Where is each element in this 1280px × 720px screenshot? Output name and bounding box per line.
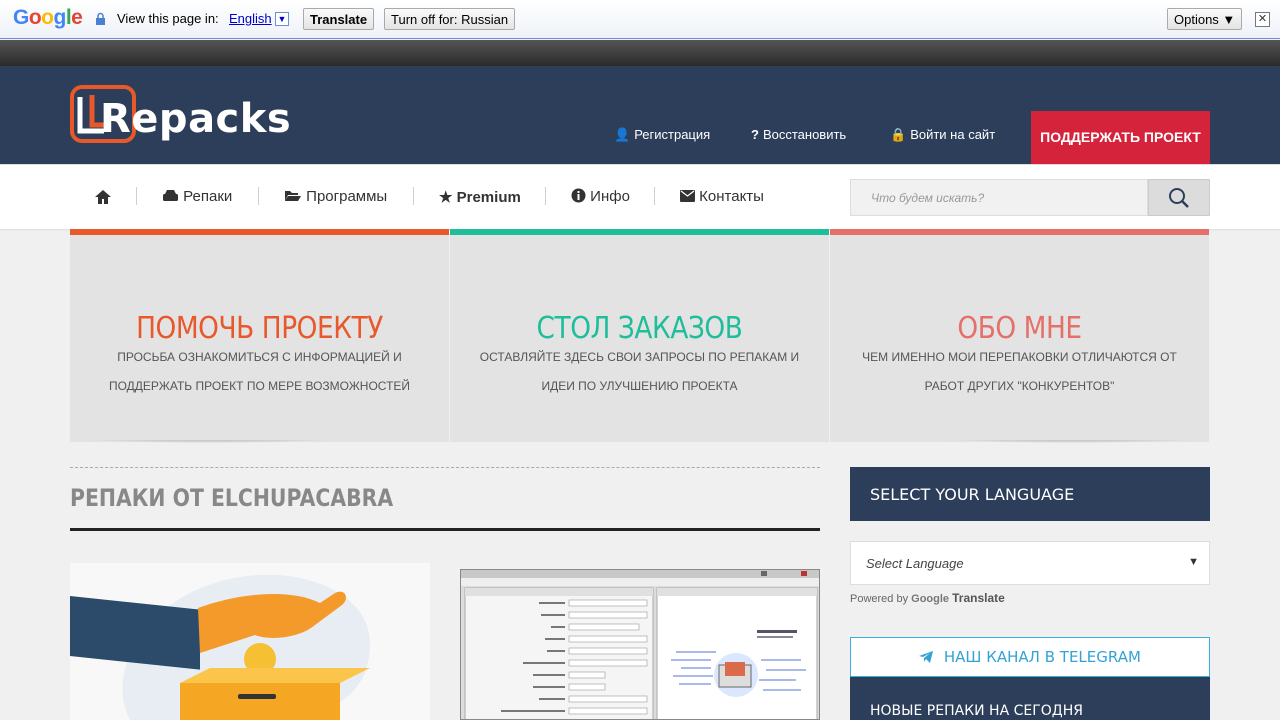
nav-item-info[interactable]: Инфо: [571, 188, 630, 205]
search-icon: [1169, 188, 1189, 208]
nav-label: Репаки: [183, 188, 233, 205]
powered-by: Powered by Google Translate: [850, 591, 1005, 605]
nav-item-programs[interactable]: Программы: [284, 188, 387, 205]
nav-divider: [545, 187, 546, 205]
toolbar-strip: [0, 40, 1280, 66]
post-thumbnail-donate[interactable]: [70, 563, 430, 720]
site-logo-text[interactable]: Repacks: [100, 96, 291, 142]
section-underline: [70, 528, 820, 531]
nav-item-repacks[interactable]: Репаки: [162, 188, 232, 205]
translate-link[interactable]: Translate: [952, 591, 1005, 605]
envelope-icon: [680, 190, 695, 202]
home-icon[interactable]: [94, 189, 112, 205]
nav-divider: [413, 187, 414, 205]
telegram-icon: [919, 651, 934, 663]
lock-icon: 🔒: [890, 127, 907, 142]
translate-button[interactable]: Translate: [303, 8, 375, 30]
nav-item-contacts[interactable]: Контакты: [680, 188, 764, 205]
post-thumbnail-scanner[interactable]: [460, 569, 820, 720]
software-screenshot: [461, 570, 819, 719]
close-icon[interactable]: ✕: [1255, 12, 1270, 27]
language-heading: SELECT YOUR LANGUAGE: [850, 467, 1210, 521]
turn-off-button[interactable]: Turn off for: Russian: [384, 8, 516, 30]
chevron-down-icon: ▼: [1188, 556, 1199, 568]
telegram-label: НАШ КАНАЛ В TELEGRAM: [943, 648, 1141, 666]
select-placeholder: Select Language: [866, 556, 964, 571]
card-text: ЧЕМ ИМЕННО МОИ ПЕРЕПАКОВКИ ОТЛИЧАЮТСЯ ОТ…: [862, 350, 1177, 393]
nav-label: Premium: [456, 189, 521, 206]
search-button[interactable]: [1148, 179, 1210, 216]
card-about-me[interactable]: ОБО МНЕ ЧЕМ ИМЕННО МОИ ПЕРЕПАКОВКИ ОТЛИЧ…: [830, 229, 1209, 442]
card-title: ОБО МНЕ: [957, 311, 1082, 346]
nav-divider: [654, 187, 655, 205]
translate-bar: Google View this page in: English ▼ Tran…: [0, 0, 1280, 39]
section-title: РЕПАКИ ОТ ELCHUPACABRA: [70, 484, 394, 512]
nav-label: Инфо: [590, 188, 630, 205]
search-input[interactable]: Что будем искать?: [850, 179, 1148, 216]
main-nav: Репаки Программы ★ Premium Инфо Контакты…: [0, 164, 1280, 229]
user-plus-icon: 👤: [614, 127, 631, 142]
question-icon: ?: [751, 127, 759, 142]
card-title: ПОМОЧЬ ПРОЕКТУ: [136, 311, 383, 346]
section-divider: [70, 467, 820, 468]
card-title: СТОЛ ЗАКАЗОВ: [536, 311, 743, 346]
donation-illustration: [70, 574, 370, 720]
language-dropdown-icon[interactable]: ▼: [275, 12, 289, 26]
nav-divider: [136, 187, 137, 205]
card-accent-bar: [830, 229, 1209, 235]
card-text: ПРОСЬБА ОЗНАКОМИТЬСЯ С ИНФОРМАЦИЕЙ И ПОД…: [108, 350, 411, 393]
google-logo[interactable]: Google: [911, 593, 949, 605]
nav-label: Программы: [306, 188, 388, 205]
language-select[interactable]: Select Language ▼: [850, 541, 1210, 585]
cards-shadow: [75, 440, 1205, 450]
new-repacks-heading: НОВЫЕ РЕПАКИ НА СЕГОДНЯ: [850, 677, 1210, 720]
card-accent-bar: [450, 229, 829, 235]
view-page-label: View this page in:: [117, 11, 219, 26]
info-icon: [571, 188, 586, 203]
login-link[interactable]: 🔒 Войти на сайт: [890, 127, 995, 143]
telegram-channel-button[interactable]: НАШ КАНАЛ В TELEGRAM: [850, 637, 1210, 677]
hdd-icon: [163, 190, 178, 201]
powered-by-label: Powered by: [850, 593, 909, 605]
restore-label: Восстановить: [762, 127, 847, 142]
star-icon: ★: [439, 189, 453, 206]
card-accent-bar: [70, 229, 449, 235]
options-button[interactable]: Options ▼: [1167, 8, 1243, 30]
register-link[interactable]: 👤 Регистрация: [614, 127, 710, 143]
register-label: Регистрация: [634, 127, 711, 142]
card-text: ОСТАВЛЯЙТЕ ЗДЕСЬ СВОИ ЗАПРОСЫ ПО РЕПАКАМ…: [479, 350, 800, 393]
card-help-project[interactable]: ПОМОЧЬ ПРОЕКТУ ПРОСЬБА ОЗНАКОМИТЬСЯ С ИН…: [70, 229, 449, 442]
language-link[interactable]: English: [229, 11, 272, 26]
lock-icon: [96, 12, 105, 25]
site-header: Repacks 👤 Регистрация ? Восстановить 🔒 Войт…: [0, 66, 1280, 164]
support-project-button[interactable]: ПОДДЕРЖАТЬ ПРОЕКТ: [1031, 111, 1210, 164]
card-orders-table[interactable]: СТОЛ ЗАКАЗОВ ОСТАВЛЯЙТЕ ЗДЕСЬ СВОИ ЗАПРО…: [450, 229, 829, 442]
google-logo: Google: [13, 6, 83, 29]
restore-link[interactable]: ? Восстановить: [751, 127, 846, 142]
folder-open-icon: [285, 191, 301, 201]
nav-label: Контакты: [699, 188, 764, 205]
login-label: Войти на сайт: [910, 127, 996, 142]
nav-divider: [258, 187, 259, 205]
nav-item-premium[interactable]: ★ Premium: [439, 188, 521, 206]
